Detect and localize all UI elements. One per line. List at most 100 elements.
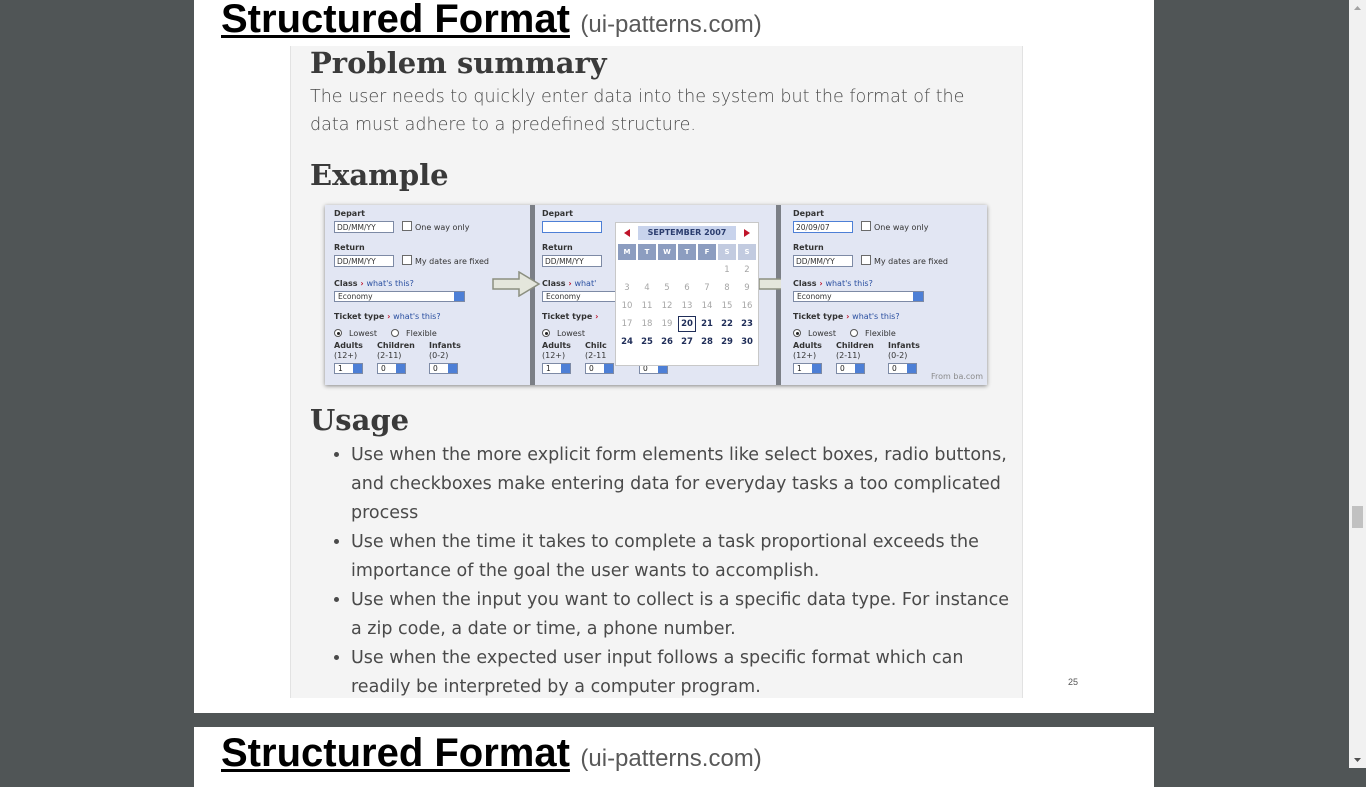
chevron-right-icon: › (568, 279, 572, 288)
problem-summary-text: The user needs to quickly enter data int… (310, 87, 965, 135)
calendar-header: SEPTEMBER 2007 (616, 225, 758, 241)
scroll-thumb[interactable] (1352, 506, 1363, 528)
one-way-label: One way only (874, 223, 929, 232)
calendar-day: 26 (661, 337, 673, 347)
calendar-weekday: F (698, 244, 716, 260)
chevron-right-icon: › (595, 312, 599, 321)
calendar-day: 24 (621, 337, 633, 347)
infants-value: 0 (433, 364, 438, 373)
return-label: Return (793, 243, 824, 252)
infants-label: Infants (888, 341, 920, 350)
lowest-radio (793, 329, 801, 337)
ticket-type-row: Ticket type › what's this? (334, 312, 441, 321)
calendar-day: 12 (661, 301, 673, 311)
adults-label: Adults (793, 341, 822, 350)
stepper-arrows-icon (907, 364, 916, 373)
depart-label: Depart (793, 209, 824, 218)
flexible-label: Flexible (406, 329, 437, 338)
adults-label: Adults (542, 341, 571, 350)
problem-summary-heading: Problem summary (310, 46, 607, 80)
calendar-day (738, 352, 756, 368)
calendar-day (698, 352, 716, 368)
scroll-up-icon[interactable] (1349, 0, 1366, 17)
fixed-dates-label: My dates are fixed (415, 257, 489, 266)
class-select-value: Economy (797, 292, 832, 301)
slide-title: Structured Format (ui-patterns.com) (221, 0, 762, 42)
stepper-arrows-icon (353, 364, 362, 373)
adults-value: 1 (797, 364, 802, 373)
next-slide-title-main: Structured Format (221, 731, 570, 775)
return-input: DD/MM/YY (334, 255, 394, 267)
calendar-day (658, 262, 676, 278)
ticket-type-label: Ticket type (334, 312, 385, 321)
calendar-day: 9 (744, 283, 750, 293)
pattern-content: Problem summary The user needs to quickl… (290, 46, 1023, 698)
return-label: Return (334, 243, 365, 252)
class-select-value: Economy (546, 292, 581, 301)
usage-list: Use when the more explicit form elements… (329, 441, 1021, 698)
calendar-day: 1 (724, 265, 730, 275)
stepper-arrows-icon (855, 364, 864, 373)
infants-label: Infants (429, 341, 461, 350)
calendar-day: 19 (661, 319, 673, 329)
depart-input: DD/MM/YY (334, 221, 394, 233)
arrow-right-icon (492, 271, 541, 297)
stepper-arrows-icon (604, 364, 613, 373)
usage-item: Use when the time it takes to complete a… (351, 528, 1021, 586)
slide-title-source: (ui-patterns.com) (580, 11, 762, 38)
adults-value: 1 (546, 364, 551, 373)
class-select-value: Economy (338, 292, 373, 301)
one-way-checkbox (402, 221, 412, 231)
infants-stepper: 0 (429, 363, 458, 374)
class-label: Class (793, 279, 817, 288)
calendar-day: 28 (701, 337, 713, 347)
calendar-day (638, 352, 656, 368)
whats-this-link: what's this? (366, 279, 414, 288)
children-label: Children (836, 341, 874, 350)
calendar-day (678, 352, 696, 368)
class-label: Class (334, 279, 358, 288)
flexible-label: Flexible (865, 329, 896, 338)
next-month-icon (744, 229, 750, 237)
calendar-day: 3 (624, 283, 630, 293)
calendar-day (638, 262, 656, 278)
scroll-down-icon[interactable] (1349, 751, 1366, 768)
calendar-day (618, 262, 636, 278)
calendar-day: 15 (721, 301, 733, 311)
adults-value: 1 (338, 364, 343, 373)
class-select: Economy (334, 291, 465, 302)
calendar-popup: SEPTEMBER 2007 M T W T F S S 1 2 3 4 5 6 7 8 9 10 11 12 13 1… (615, 222, 759, 366)
one-way-checkbox (861, 221, 871, 231)
depart-input-active (542, 221, 602, 233)
chevron-right-icon: › (819, 279, 823, 288)
infants-range: (0-2) (429, 351, 449, 360)
children-value: 0 (589, 364, 594, 373)
stepper-arrows-icon (448, 364, 457, 373)
lowest-radio (542, 329, 550, 337)
children-range: (2-11 (585, 351, 607, 360)
calendar-weekday: M (618, 244, 636, 260)
class-select: Economy (793, 291, 924, 302)
calendar-day: 11 (641, 301, 653, 311)
vertical-scrollbar[interactable] (1349, 0, 1366, 768)
calendar-day: 27 (681, 337, 693, 347)
calendar-day: 22 (721, 319, 733, 329)
adults-range: (12+) (542, 351, 566, 360)
calendar-day: 10 (621, 301, 633, 311)
children-stepper: 0 (836, 363, 865, 374)
calendar-day: 23 (741, 319, 753, 329)
children-label: Children (377, 341, 415, 350)
calendar-weekday: W (658, 244, 676, 260)
calendar-day: 30 (741, 337, 753, 347)
calendar-day: 29 (721, 337, 733, 347)
calendar-day (658, 352, 676, 368)
usage-heading: Usage (310, 403, 410, 437)
adults-stepper: 1 (334, 363, 363, 374)
infants-range: (0-2) (888, 351, 908, 360)
adults-label: Adults (334, 341, 363, 350)
usage-item: Use when the expected user input follows… (351, 644, 1021, 698)
whats-this-link: what's this? (825, 279, 873, 288)
example-image: Depart DD/MM/YY One way only Return DD/M… (325, 205, 987, 385)
children-value: 0 (381, 364, 386, 373)
fixed-dates-checkbox (402, 255, 412, 265)
